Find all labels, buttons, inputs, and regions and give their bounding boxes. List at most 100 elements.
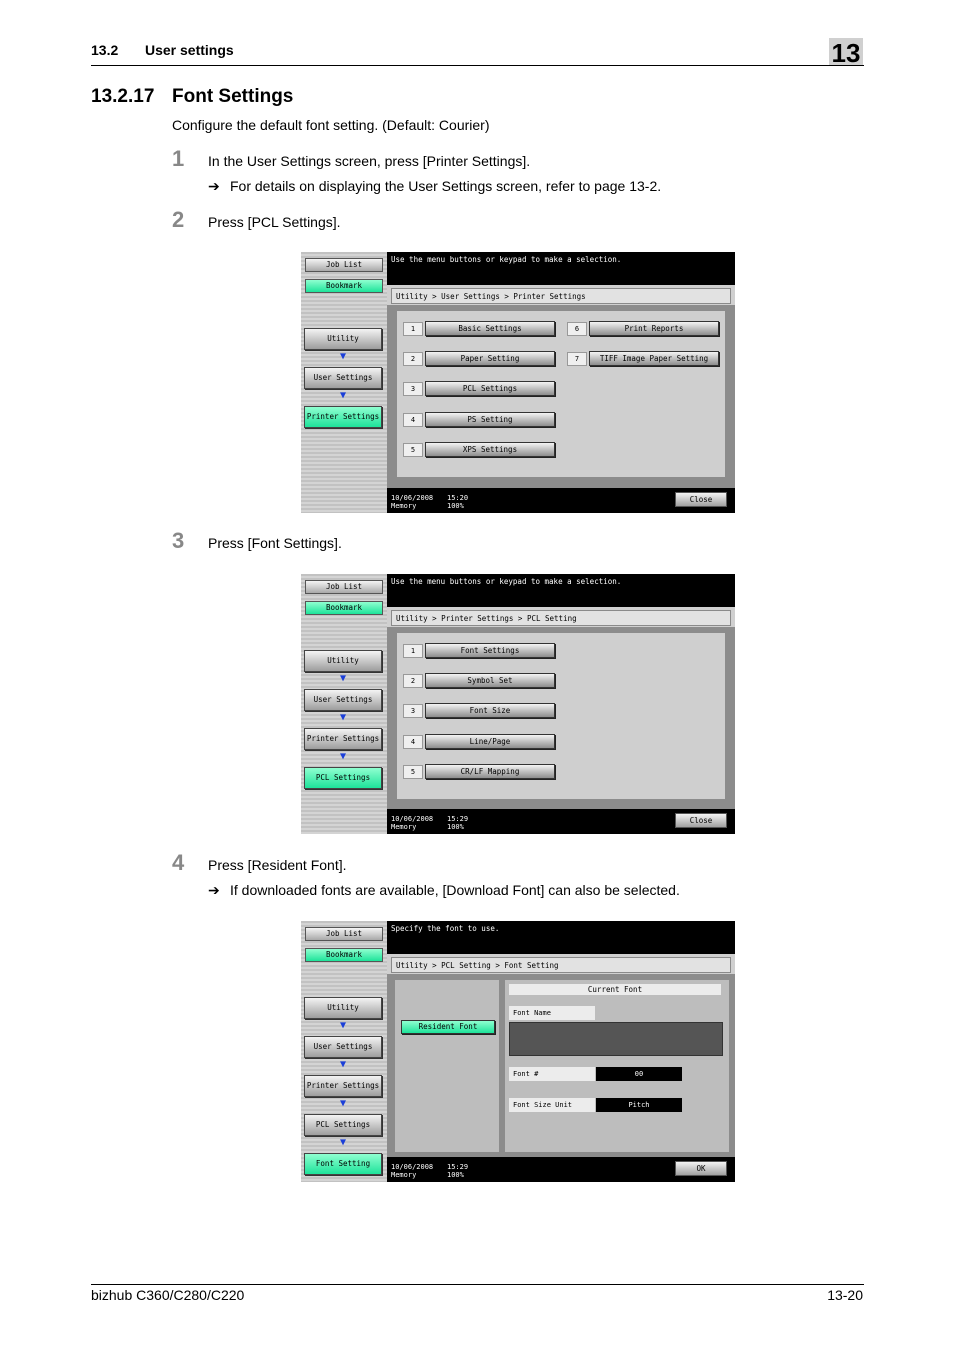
item-number: 5 (403, 765, 423, 779)
footer-rule (91, 1284, 864, 1285)
font-settings-button[interactable]: Font Settings (425, 643, 555, 658)
utility-button[interactable]: Utility (304, 328, 382, 350)
date-memory: 10/06/2008 Memory (391, 494, 433, 510)
bookmark-button[interactable]: Bookmark (305, 948, 383, 962)
chapter-badge: 13 (829, 38, 863, 68)
user-settings-button[interactable]: User Settings (304, 689, 382, 711)
page-number: 13-20 (827, 1287, 863, 1303)
item-number: 3 (403, 382, 423, 396)
item-number: 1 (403, 644, 423, 658)
memory-label: Memory (391, 502, 417, 510)
down-arrow-icon: ▼ (339, 351, 347, 362)
basic-settings-button[interactable]: Basic Settings (425, 321, 555, 336)
utility-button[interactable]: Utility (304, 650, 382, 672)
page-heading: 13.2.17 Font Settings (91, 86, 293, 108)
down-arrow-icon: ▼ (339, 751, 347, 762)
printer-settings-button[interactable]: Printer Settings (304, 406, 382, 428)
line-page-button[interactable]: Line/Page (425, 734, 555, 749)
item-number: 2 (403, 352, 423, 366)
memory-value: 100% (447, 823, 464, 831)
message-bar: Use the menu buttons or keypad to make a… (387, 252, 735, 285)
down-arrow-icon: ▼ (339, 1020, 347, 1031)
font-setting-button[interactable]: Font Setting (304, 1153, 382, 1175)
item-number: 5 (403, 443, 423, 457)
font-name-label: Font Name (509, 1006, 595, 1020)
memory-label: Memory (391, 1171, 417, 1179)
current-font-title: Current Font (509, 984, 721, 995)
font-size-button[interactable]: Font Size (425, 703, 555, 718)
resident-font-button[interactable]: Resident Font (401, 1020, 495, 1034)
date: 10/06/2008 (391, 815, 434, 823)
font-size-unit-value: Pitch (596, 1098, 682, 1112)
down-arrow-icon: ▼ (339, 1059, 347, 1070)
breadcrumb: Utility > User Settings > Printer Settin… (391, 288, 731, 304)
status-bar: 10/06/2008 Memory 15:29 100% OK (387, 1157, 735, 1182)
user-settings-button[interactable]: User Settings (304, 367, 382, 389)
item-number: 4 (403, 413, 423, 427)
paper-setting-button[interactable]: Paper Setting (425, 351, 555, 366)
pcl-settings-button[interactable]: PCL Settings (304, 767, 382, 789)
printer-settings-button[interactable]: Printer Settings (304, 1075, 382, 1097)
step-text-1: In the User Settings screen, press [Prin… (208, 153, 531, 169)
bookmark-button[interactable]: Bookmark (305, 279, 383, 293)
down-arrow-icon: ▼ (339, 390, 347, 401)
step-number-4: 4 (172, 850, 185, 875)
font-name-value (509, 1022, 723, 1056)
header-rule (91, 65, 864, 66)
pcl-settings-button[interactable]: PCL Settings (425, 381, 555, 396)
message-bar: Specify the font to use. (387, 921, 735, 954)
menu-panel: 1 Basic Settings 2 Paper Setting 3 PCL S… (387, 305, 735, 488)
bookmark-button[interactable]: Bookmark (305, 601, 383, 615)
time-memory: 15:29 100% (447, 1163, 468, 1179)
settings-panel: Resident Font Current Font Font Name Fon… (387, 974, 735, 1157)
date-memory: 10/06/2008 Memory (391, 1163, 433, 1179)
step-bullet-4: ➔ If downloaded fonts are available, [Dow… (208, 882, 680, 899)
time: 15:29 (447, 1163, 469, 1171)
down-arrow-icon: ▼ (339, 712, 347, 723)
close-button[interactable]: Close (675, 492, 727, 507)
item-number: 3 (403, 704, 423, 718)
menu-area: 1 Basic Settings 2 Paper Setting 3 PCL S… (397, 311, 725, 477)
down-arrow-icon: ▼ (339, 1098, 347, 1109)
current-font-pane: Current Font Font Name Font # 00 Font Si… (505, 980, 729, 1152)
user-settings-button[interactable]: User Settings (304, 1036, 382, 1058)
step-number-3: 3 (172, 528, 185, 553)
print-reports-button[interactable]: Print Reports (589, 321, 719, 336)
status-bar: 10/06/2008 Memory 15:20 100% Close (387, 488, 735, 513)
close-button[interactable]: Close (675, 813, 727, 828)
utility-button[interactable]: Utility (304, 997, 382, 1019)
symbol-set-button[interactable]: Symbol Set (425, 673, 555, 688)
job-list-button[interactable]: Job List (305, 258, 383, 272)
font-number-value: 00 (596, 1067, 682, 1081)
down-arrow-icon: ▼ (339, 1137, 347, 1148)
running-header: 13.2 User settings (91, 42, 234, 58)
arrow-icon: ➔ (208, 882, 220, 898)
job-list-button[interactable]: Job List (305, 927, 383, 941)
memory-label: Memory (391, 823, 417, 831)
ok-button[interactable]: OK (675, 1161, 727, 1176)
heading-title: Font Settings (172, 86, 294, 107)
breadcrumb: Utility > PCL Setting > Font Setting (391, 957, 731, 973)
item-number: 2 (403, 674, 423, 688)
time-memory: 15:20 100% (447, 494, 468, 510)
item-number: 4 (403, 735, 423, 749)
item-number: 1 (403, 322, 423, 336)
step-number-2: 2 (172, 207, 185, 232)
ps-setting-button[interactable]: PS Setting (425, 412, 555, 427)
screenshot-font-setting: Job List Bookmark Utility ▼ User Setting… (301, 921, 735, 1182)
memory-value: 100% (447, 502, 464, 510)
font-type-pane: Resident Font (395, 980, 499, 1152)
font-number-label: Font # (509, 1067, 595, 1081)
screenshot-printer-settings: Job List Bookmark Utility ▼ User Setting… (301, 252, 735, 513)
item-number: 7 (567, 352, 587, 366)
printer-settings-button[interactable]: Printer Settings (304, 728, 382, 750)
xps-settings-button[interactable]: XPS Settings (425, 442, 555, 457)
bullet-text: If downloaded fonts are available, [Down… (230, 882, 680, 898)
tiff-image-paper-setting-button[interactable]: TIFF Image Paper Setting (589, 351, 719, 366)
cr-lf-mapping-button[interactable]: CR/LF Mapping (425, 764, 555, 779)
message-bar: Use the menu buttons or keypad to make a… (387, 574, 735, 607)
pcl-settings-button[interactable]: PCL Settings (304, 1114, 382, 1136)
step-text-2: Press [PCL Settings]. (208, 214, 341, 230)
job-list-button[interactable]: Job List (305, 580, 383, 594)
menu-area: 1 Font Settings 2 Symbol Set 3 Font Size… (397, 633, 725, 799)
